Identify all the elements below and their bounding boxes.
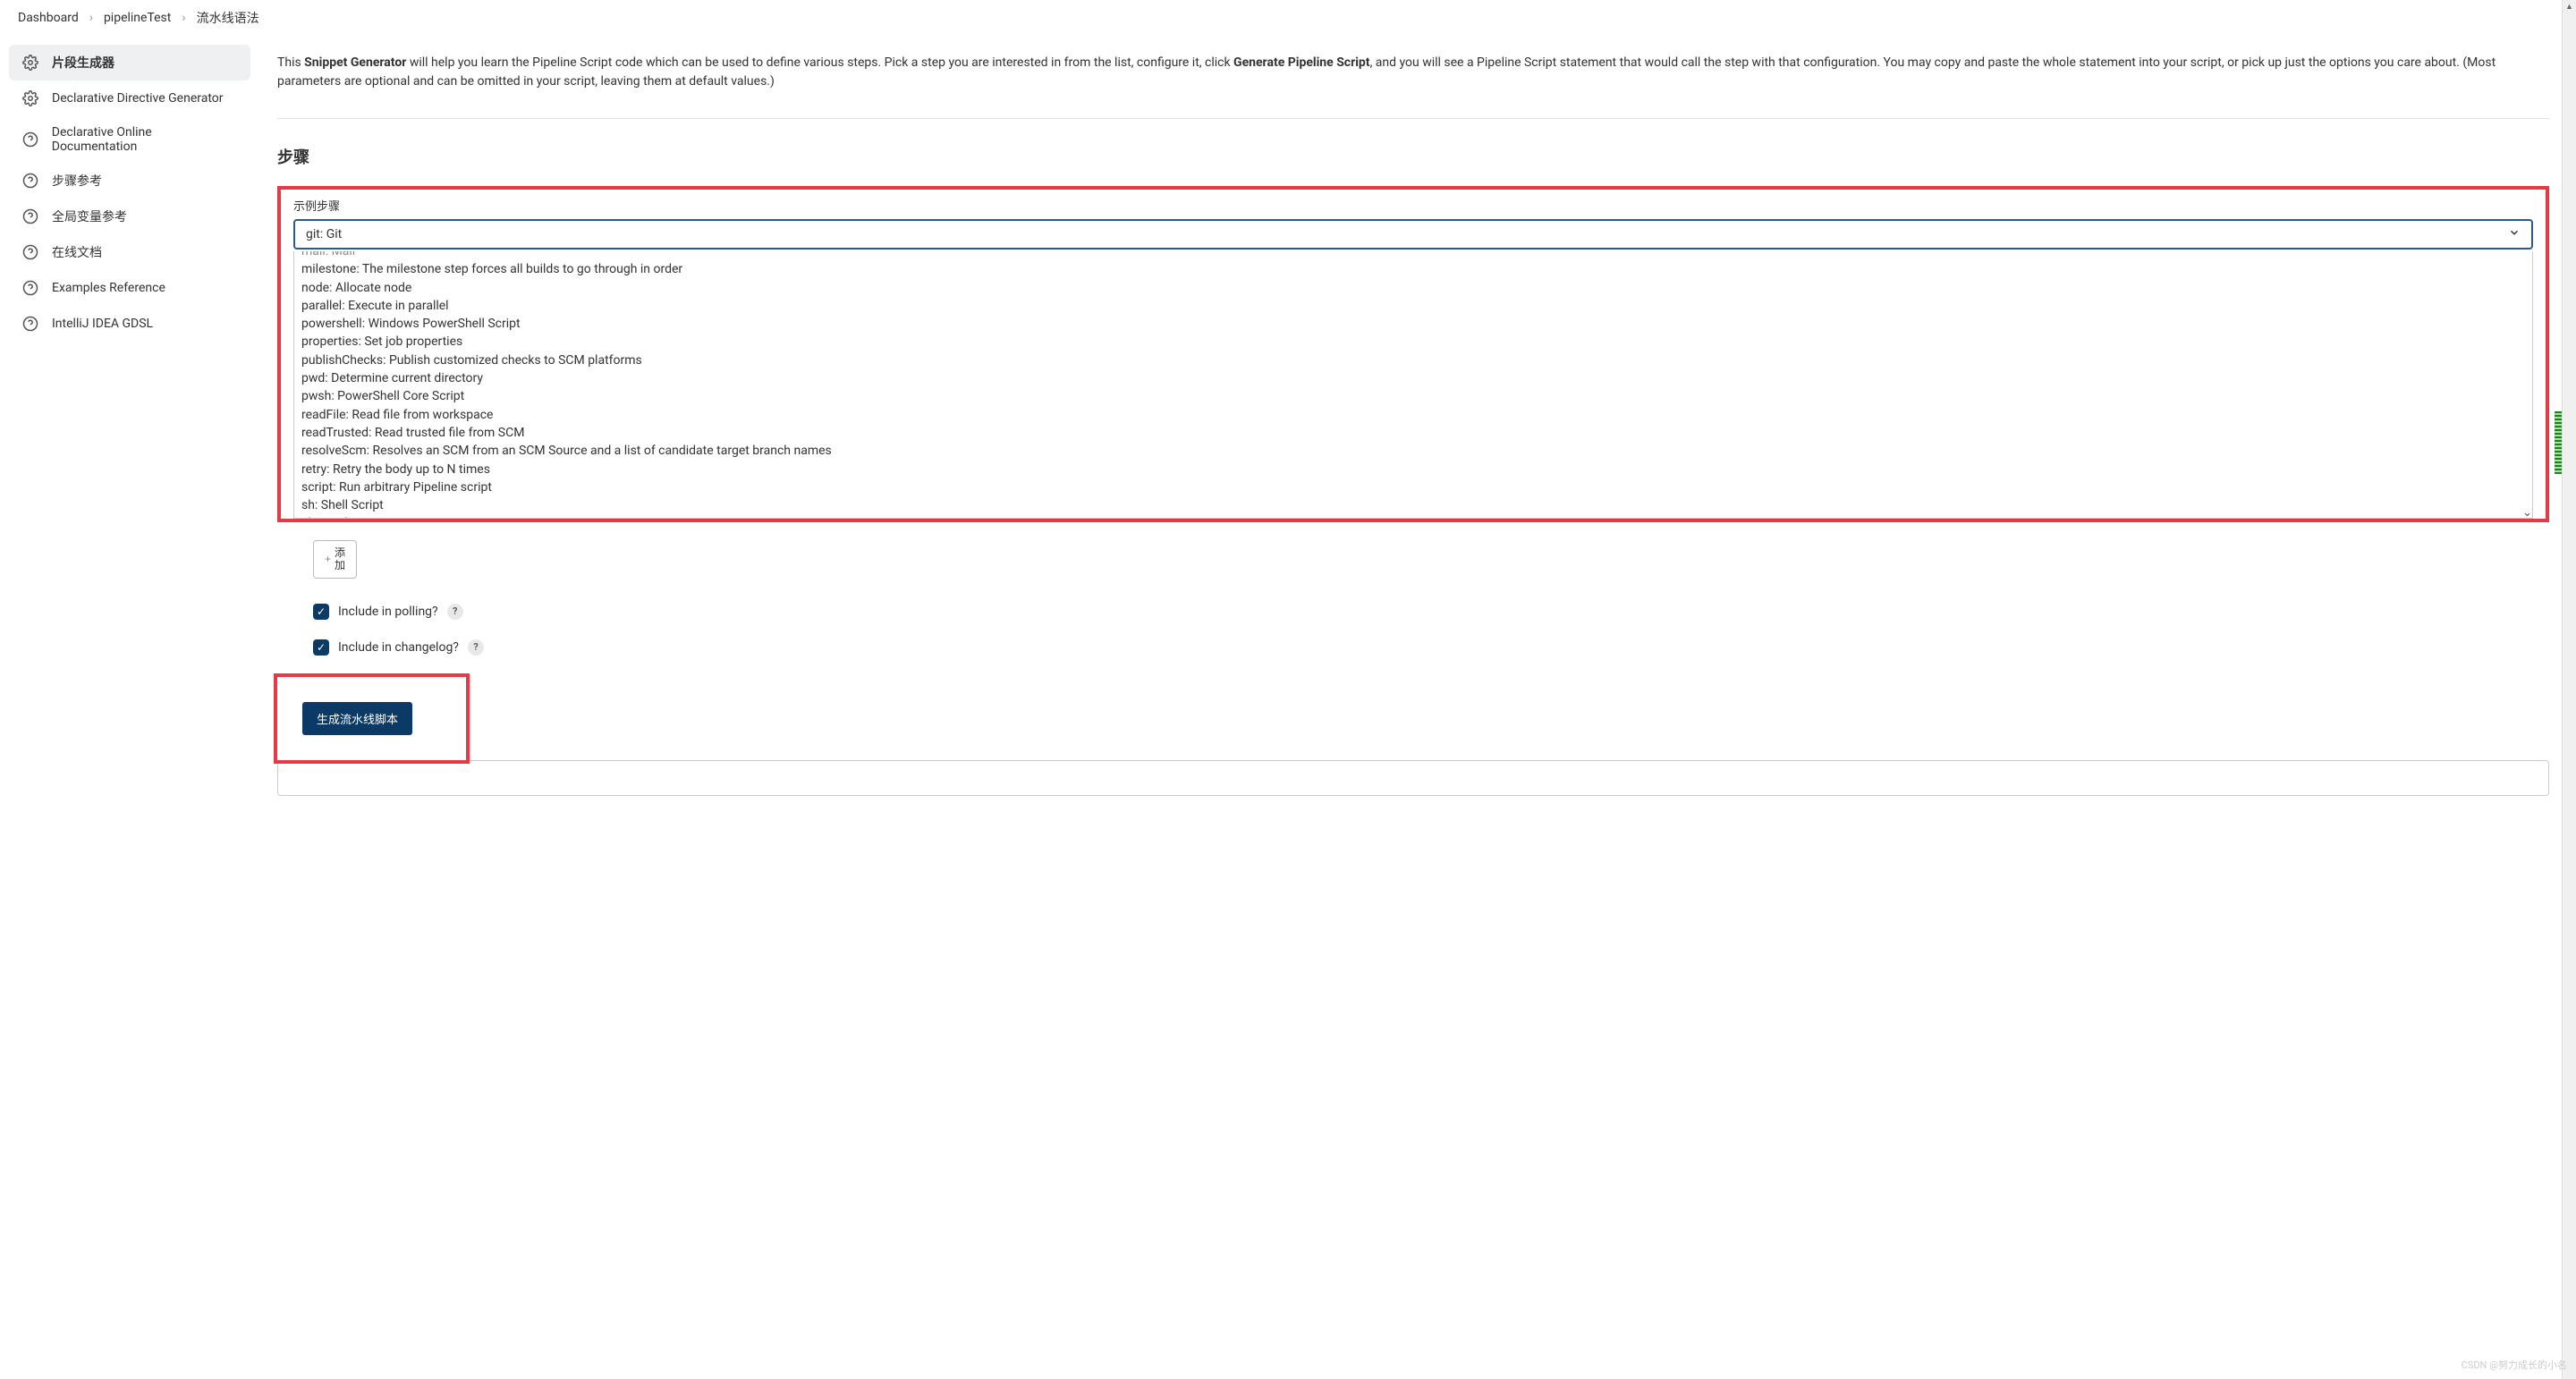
checkbox-label: Include in polling? — [338, 605, 438, 619]
dropdown-option[interactable]: resolveScm: Resolves an SCM from an SCM … — [294, 442, 2532, 460]
intro-text: This Snippet Generator will help you lea… — [277, 54, 2549, 91]
help-icon — [21, 207, 39, 225]
sidebar-item-snippet-generator[interactable]: 片段生成器 — [9, 45, 250, 80]
select-value: git: Git — [306, 227, 342, 241]
sidebar-item-online-doc[interactable]: 在线文档 — [9, 234, 250, 270]
help-icon — [21, 172, 39, 190]
sidebar-item-label: IntelliJ IDEA GDSL — [52, 317, 153, 331]
dropdown-scroll[interactable]: mail: Mailmilestone: The milestone step … — [294, 251, 2532, 518]
highlighted-region-1: 示例步骤 git: Git mail: Mailmilestone: The m… — [277, 186, 2549, 522]
sidebar-item-label: 片段生成器 — [52, 54, 114, 72]
checkbox-checked-icon[interactable]: ✓ — [313, 639, 329, 656]
include-changelog-row: ✓ Include in changelog? ? — [277, 639, 2549, 656]
sidebar-item-label: 在线文档 — [52, 243, 102, 261]
sidebar-item-intellij[interactable]: IntelliJ IDEA GDSL — [9, 306, 250, 342]
dropdown-option[interactable]: script: Run arbitrary Pipeline script — [294, 478, 2532, 496]
breadcrumb: Dashboard › pipelineTest › 流水线语法 — [0, 0, 2576, 36]
dropdown-option[interactable]: sleep: Sleep — [294, 514, 2532, 518]
sidebar-item-directive-generator[interactable]: Declarative Directive Generator — [9, 80, 250, 116]
dropdown-option[interactable]: node: Allocate node — [294, 279, 2532, 297]
section-title-steps: 步骤 — [277, 135, 2549, 168]
dropdown-option[interactable]: mail: Mail — [294, 251, 2532, 260]
breadcrumb-item[interactable]: 流水线语法 — [197, 9, 259, 27]
sample-step-dropdown: mail: Mailmilestone: The milestone step … — [293, 251, 2533, 519]
add-button[interactable]: + 添 加 — [313, 540, 357, 579]
sidebar-item-online-docs[interactable]: Declarative Online Documentation — [9, 116, 250, 163]
sidebar-item-step-ref[interactable]: 步骤参考 — [9, 163, 250, 199]
sidebar-item-global-vars[interactable]: 全局变量参考 — [9, 199, 250, 234]
breadcrumb-item[interactable]: pipelineTest — [104, 11, 171, 25]
help-icon — [21, 279, 39, 297]
sidebar-item-label: 步骤参考 — [52, 172, 102, 190]
sidebar-item-label: Examples Reference — [52, 281, 165, 295]
chevron-down-icon: ⌄ — [2521, 506, 2533, 519]
dropdown-option[interactable]: parallel: Execute in parallel — [294, 297, 2532, 315]
highlighted-region-2: 生成流水线脚本 — [274, 673, 470, 764]
sample-step-select[interactable]: git: Git — [293, 219, 2533, 250]
help-icon[interactable]: ? — [447, 604, 463, 620]
plus-icon: + — [325, 553, 331, 565]
dropdown-option[interactable]: retry: Retry the body up to N times — [294, 461, 2532, 478]
main-content: This Snippet Generator will help you lea… — [259, 36, 2576, 832]
help-icon — [21, 131, 39, 148]
sidebar-item-label: Declarative Online Documentation — [52, 125, 238, 154]
chevron-down-icon — [2508, 226, 2521, 242]
dropdown-option[interactable]: properties: Set job properties — [294, 333, 2532, 351]
dropdown-option[interactable]: readTrusted: Read trusted file from SCM — [294, 424, 2532, 442]
checkbox-label: Include in changelog? — [338, 640, 459, 655]
page-scrollbar[interactable]: ▲ — [2562, 0, 2576, 1379]
watermark: CSDN @努力成长的小名 — [2462, 1358, 2567, 1372]
dropdown-option[interactable]: milestone: The milestone step forces all… — [294, 260, 2532, 278]
sidebar-item-label: Declarative Directive Generator — [52, 91, 224, 106]
chevron-right-icon: › — [89, 11, 93, 25]
help-icon[interactable]: ? — [468, 639, 484, 656]
dropdown-option[interactable]: pwsh: PowerShell Core Script — [294, 387, 2532, 405]
include-polling-row: ✓ Include in polling? ? — [277, 604, 2549, 620]
edge-overlay-icon — [2555, 411, 2562, 474]
dropdown-option[interactable]: pwd: Determine current directory — [294, 369, 2532, 387]
script-output[interactable] — [277, 760, 2549, 796]
breadcrumb-item[interactable]: Dashboard — [18, 11, 79, 25]
sidebar: 片段生成器 Declarative Directive Generator De… — [0, 36, 259, 832]
scroll-up-icon: ▲ — [2563, 2, 2576, 12]
chevron-right-icon: › — [182, 11, 185, 25]
help-icon — [21, 315, 39, 333]
sample-step-label: 示例步骤 — [293, 197, 2533, 214]
gear-icon — [21, 54, 39, 72]
dropdown-option[interactable]: readFile: Read file from workspace — [294, 406, 2532, 424]
checkbox-checked-icon[interactable]: ✓ — [313, 604, 329, 620]
dropdown-option[interactable]: powershell: Windows PowerShell Script — [294, 315, 2532, 333]
generate-pipeline-script-button[interactable]: 生成流水线脚本 — [302, 702, 412, 735]
sidebar-item-examples[interactable]: Examples Reference — [9, 270, 250, 306]
sidebar-item-label: 全局变量参考 — [52, 207, 127, 225]
gear-icon — [21, 89, 39, 107]
help-icon — [21, 243, 39, 261]
dropdown-option[interactable]: sh: Shell Script — [294, 496, 2532, 514]
dropdown-option[interactable]: publishChecks: Publish customized checks… — [294, 351, 2532, 369]
